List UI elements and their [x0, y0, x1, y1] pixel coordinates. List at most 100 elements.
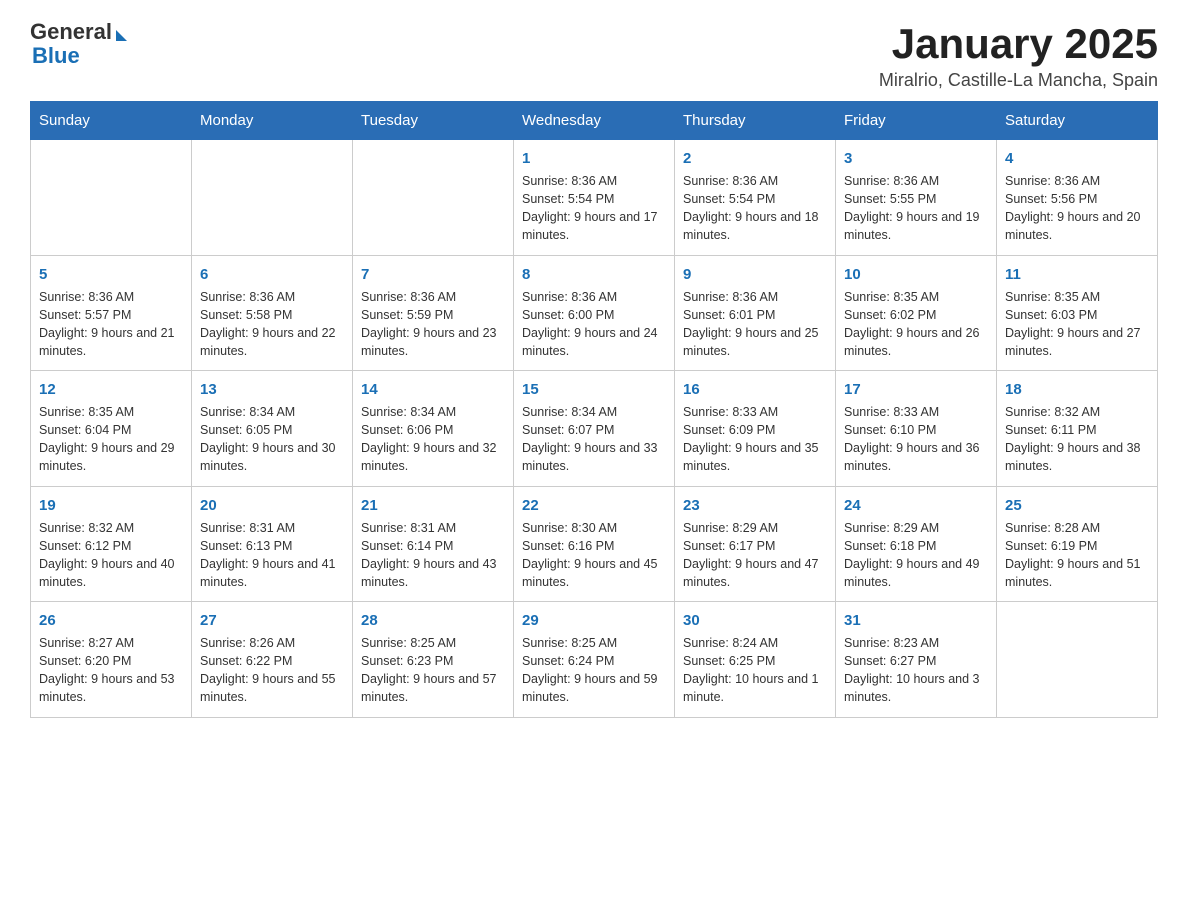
logo-block: General Blue [30, 20, 127, 68]
day-number: 31 [844, 610, 988, 631]
day-number: 5 [39, 264, 183, 285]
header-wednesday: Wednesday [514, 102, 675, 140]
day-cell-31: 31 Sunrise: 8:23 AM Sunset: 6:27 PM Dayli… [836, 602, 997, 718]
day-number: 3 [844, 148, 988, 169]
title-block: January 2025 Miralrio, Castille-La Manch… [879, 20, 1158, 91]
day-number: 6 [200, 264, 344, 285]
day-info: Sunrise: 8:32 AM Sunset: 6:12 PM Dayligh… [39, 519, 183, 592]
day-cell-28: 28 Sunrise: 8:25 AM Sunset: 6:23 PM Dayli… [353, 602, 514, 718]
day-info: Sunrise: 8:36 AM Sunset: 5:59 PM Dayligh… [361, 288, 505, 361]
header-sunday: Sunday [31, 102, 192, 140]
header-thursday: Thursday [675, 102, 836, 140]
logo-general-text: General [30, 20, 112, 44]
week-row-3: 12 Sunrise: 8:35 AM Sunset: 6:04 PM Dayli… [31, 371, 1158, 487]
day-number: 14 [361, 379, 505, 400]
logo: General Blue [30, 20, 127, 68]
day-cell-16: 16 Sunrise: 8:33 AM Sunset: 6:09 PM Dayli… [675, 371, 836, 487]
day-info: Sunrise: 8:31 AM Sunset: 6:13 PM Dayligh… [200, 519, 344, 592]
day-cell-7: 7 Sunrise: 8:36 AM Sunset: 5:59 PM Daylig… [353, 255, 514, 371]
day-cell-11: 11Sunrise: 8:35 AM Sunset: 6:03 PM Dayli… [997, 255, 1158, 371]
week-row-5: 26 Sunrise: 8:27 AM Sunset: 6:20 PM Dayli… [31, 602, 1158, 718]
week-row-4: 19 Sunrise: 8:32 AM Sunset: 6:12 PM Dayli… [31, 486, 1158, 602]
day-info: Sunrise: 8:36 AM Sunset: 5:57 PM Dayligh… [39, 288, 183, 361]
day-info: Sunrise: 8:27 AM Sunset: 6:20 PM Dayligh… [39, 634, 183, 707]
empty-cell [192, 140, 353, 256]
day-info: Sunrise: 8:36 AM Sunset: 5:55 PM Dayligh… [844, 172, 988, 245]
day-cell-15: 15 Sunrise: 8:34 AM Sunset: 6:07 PM Dayli… [514, 371, 675, 487]
day-number: 30 [683, 610, 827, 631]
day-cell-2: 2Sunrise: 8:36 AM Sunset: 5:54 PM Daylig… [675, 140, 836, 256]
day-info: Sunrise: 8:26 AM Sunset: 6:22 PM Dayligh… [200, 634, 344, 707]
day-number: 13 [200, 379, 344, 400]
day-number: 9 [683, 264, 827, 285]
day-info: Sunrise: 8:34 AM Sunset: 6:07 PM Dayligh… [522, 403, 666, 476]
empty-cell [31, 140, 192, 256]
day-number: 24 [844, 495, 988, 516]
day-info: Sunrise: 8:36 AM Sunset: 6:00 PM Dayligh… [522, 288, 666, 361]
day-cell-19: 19 Sunrise: 8:32 AM Sunset: 6:12 PM Dayli… [31, 486, 192, 602]
day-number: 21 [361, 495, 505, 516]
header-saturday: Saturday [997, 102, 1158, 140]
day-number: 12 [39, 379, 183, 400]
day-number: 15 [522, 379, 666, 400]
page-header: General Blue January 2025 Miralrio, Cast… [30, 20, 1158, 91]
calendar-header-row: SundayMondayTuesdayWednesdayThursdayFrid… [31, 102, 1158, 140]
day-number: 10 [844, 264, 988, 285]
day-number: 25 [1005, 495, 1149, 516]
day-info: Sunrise: 8:36 AM Sunset: 5:58 PM Dayligh… [200, 288, 344, 361]
day-info: Sunrise: 8:35 AM Sunset: 6:02 PM Dayligh… [844, 288, 988, 361]
day-number: 28 [361, 610, 505, 631]
day-cell-13: 13Sunrise: 8:34 AM Sunset: 6:05 PM Dayli… [192, 371, 353, 487]
day-info: Sunrise: 8:36 AM Sunset: 5:54 PM Dayligh… [522, 172, 666, 245]
day-info: Sunrise: 8:25 AM Sunset: 6:23 PM Dayligh… [361, 634, 505, 707]
header-friday: Friday [836, 102, 997, 140]
day-number: 2 [683, 148, 827, 169]
day-cell-20: 20 Sunrise: 8:31 AM Sunset: 6:13 PM Dayli… [192, 486, 353, 602]
day-cell-4: 4Sunrise: 8:36 AM Sunset: 5:56 PM Daylig… [997, 140, 1158, 256]
day-number: 4 [1005, 148, 1149, 169]
day-info: Sunrise: 8:29 AM Sunset: 6:18 PM Dayligh… [844, 519, 988, 592]
day-info: Sunrise: 8:36 AM Sunset: 6:01 PM Dayligh… [683, 288, 827, 361]
day-info: Sunrise: 8:24 AM Sunset: 6:25 PM Dayligh… [683, 634, 827, 707]
day-info: Sunrise: 8:32 AM Sunset: 6:11 PM Dayligh… [1005, 403, 1149, 476]
day-cell-12: 12 Sunrise: 8:35 AM Sunset: 6:04 PM Dayli… [31, 371, 192, 487]
day-number: 26 [39, 610, 183, 631]
day-number: 18 [1005, 379, 1149, 400]
day-cell-25: 25 Sunrise: 8:28 AM Sunset: 6:19 PM Dayli… [997, 486, 1158, 602]
day-cell-22: 22Sunrise: 8:30 AM Sunset: 6:16 PM Dayli… [514, 486, 675, 602]
day-info: Sunrise: 8:33 AM Sunset: 6:09 PM Dayligh… [683, 403, 827, 476]
page-title: January 2025 [879, 20, 1158, 68]
page-subtitle: Miralrio, Castille-La Mancha, Spain [879, 70, 1158, 91]
day-info: Sunrise: 8:28 AM Sunset: 6:19 PM Dayligh… [1005, 519, 1149, 592]
day-cell-30: 30 Sunrise: 8:24 AM Sunset: 6:25 PM Dayli… [675, 602, 836, 718]
day-cell-5: 5 Sunrise: 8:36 AM Sunset: 5:57 PM Daylig… [31, 255, 192, 371]
day-cell-29: 29Sunrise: 8:25 AM Sunset: 6:24 PM Dayli… [514, 602, 675, 718]
day-info: Sunrise: 8:25 AM Sunset: 6:24 PM Dayligh… [522, 634, 666, 707]
day-info: Sunrise: 8:23 AM Sunset: 6:27 PM Dayligh… [844, 634, 988, 707]
day-cell-24: 24 Sunrise: 8:29 AM Sunset: 6:18 PM Dayli… [836, 486, 997, 602]
day-cell-6: 6 Sunrise: 8:36 AM Sunset: 5:58 PM Daylig… [192, 255, 353, 371]
header-tuesday: Tuesday [353, 102, 514, 140]
day-number: 1 [522, 148, 666, 169]
day-cell-26: 26 Sunrise: 8:27 AM Sunset: 6:20 PM Dayli… [31, 602, 192, 718]
day-info: Sunrise: 8:34 AM Sunset: 6:06 PM Dayligh… [361, 403, 505, 476]
day-info: Sunrise: 8:31 AM Sunset: 6:14 PM Dayligh… [361, 519, 505, 592]
day-number: 20 [200, 495, 344, 516]
day-cell-9: 9 Sunrise: 8:36 AM Sunset: 6:01 PM Daylig… [675, 255, 836, 371]
day-number: 8 [522, 264, 666, 285]
day-cell-21: 21 Sunrise: 8:31 AM Sunset: 6:14 PM Dayli… [353, 486, 514, 602]
day-cell-3: 3 Sunrise: 8:36 AM Sunset: 5:55 PM Daylig… [836, 140, 997, 256]
header-monday: Monday [192, 102, 353, 140]
day-cell-1: 1 Sunrise: 8:36 AM Sunset: 5:54 PM Daylig… [514, 140, 675, 256]
day-number: 27 [200, 610, 344, 631]
day-number: 7 [361, 264, 505, 285]
day-info: Sunrise: 8:35 AM Sunset: 6:03 PM Dayligh… [1005, 288, 1149, 361]
week-row-1: 1 Sunrise: 8:36 AM Sunset: 5:54 PM Daylig… [31, 140, 1158, 256]
day-info: Sunrise: 8:35 AM Sunset: 6:04 PM Dayligh… [39, 403, 183, 476]
day-number: 19 [39, 495, 183, 516]
calendar-table: SundayMondayTuesdayWednesdayThursdayFrid… [30, 101, 1158, 718]
day-cell-18: 18 Sunrise: 8:32 AM Sunset: 6:11 PM Dayli… [997, 371, 1158, 487]
day-number: 16 [683, 379, 827, 400]
day-number: 23 [683, 495, 827, 516]
day-cell-27: 27 Sunrise: 8:26 AM Sunset: 6:22 PM Dayli… [192, 602, 353, 718]
